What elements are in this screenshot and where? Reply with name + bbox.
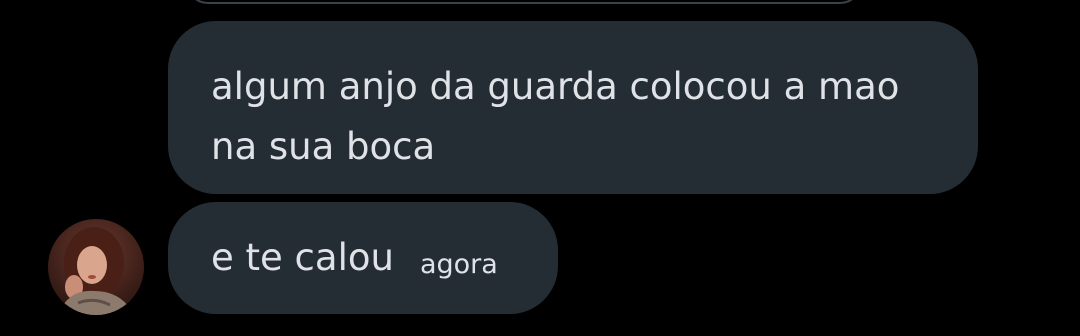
previous-message-bubble-edge: [186, 0, 862, 4]
message-text: e te calou: [211, 236, 394, 279]
message-bubble[interactable]: e te calou agora: [168, 202, 558, 314]
message-timestamp: agora: [419, 248, 498, 280]
message-bubble[interactable]: algum anjo da guarda colocou a mao na su…: [168, 21, 978, 194]
avatar-photo: [48, 219, 144, 315]
message-text: algum anjo da guarda colocou a mao na su…: [211, 65, 900, 168]
avatar[interactable]: [48, 219, 144, 315]
